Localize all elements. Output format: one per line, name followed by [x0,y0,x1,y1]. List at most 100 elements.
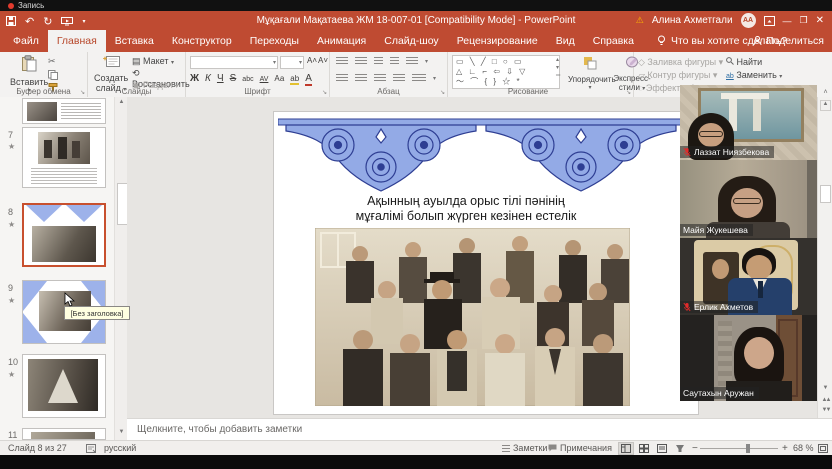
font-color-button[interactable]: А [305,73,312,86]
tab-file[interactable]: Файл [4,30,48,52]
italic-button[interactable]: К [205,73,211,84]
justify-icon[interactable] [393,74,405,83]
thumbnail-slide-8[interactable] [22,203,106,267]
start-presentation-icon[interactable] [61,17,73,26]
comments-toggle[interactable]: Примечания [548,443,612,453]
thumbnail-slide-7[interactable] [22,127,106,188]
font-name-combo[interactable]: ▾ [190,56,278,69]
thumb-scroll-down-icon[interactable]: ▼ [116,429,127,435]
font-dialog-launcher[interactable]: ↘ [322,89,327,96]
columns-caret[interactable]: ▾ [433,75,436,82]
current-slide[interactable]: Ақынның ауылда орыс тілі пәнінің мұғалім… [274,112,698,414]
scroll-down-icon[interactable]: ▼ [820,385,831,391]
notes-placeholder[interactable]: Щелкните, чтобы добавить заметки [137,424,832,435]
tab-help[interactable]: Справка [584,30,643,52]
undo-icon[interactable]: ↶ [25,15,34,28]
qat-customize-icon[interactable]: ▾ [82,18,85,25]
tab-slideshow[interactable]: Слайд-шоу [375,30,447,52]
tab-insert[interactable]: Вставка [106,30,163,52]
zoom-level[interactable]: 68 % [793,443,814,453]
video-participant-4[interactable]: Саутахын Аружан [680,315,817,401]
thumbnail-slide-6[interactable] [22,98,106,124]
slide-sorter-view-button[interactable] [636,442,652,455]
columns-icon[interactable] [412,74,426,83]
zoom-slider-thumb[interactable] [746,444,750,453]
numbering-icon[interactable] [355,57,367,66]
scroll-up-icon[interactable]: ▲ [820,100,831,111]
video-participant-1[interactable]: Лаззат Ниязбекова [680,85,817,160]
slide-title-line-1[interactable]: Ақынның ауылда орыс тілі пәнінің [254,194,678,209]
tab-view[interactable]: Вид [547,30,584,52]
text-shadow-button[interactable]: abc [242,76,253,83]
notes-pane[interactable]: Щелкните, чтобы добавить заметки [127,418,832,441]
find-button[interactable]: Найти [726,57,762,67]
thumbnail-slide-10[interactable] [22,354,106,418]
drawing-dialog-launcher[interactable]: ↘ [626,89,631,96]
shape-outline-button[interactable]: ▱ Контур фигуры ▾ [638,70,717,81]
slide-counter[interactable]: Слайд 8 из 27 [8,443,67,453]
paragraph-dialog-launcher[interactable]: ↘ [440,89,445,96]
copy-icon[interactable] [48,70,58,80]
tab-review[interactable]: Рецензирование [448,30,547,52]
tab-design[interactable]: Конструктор [163,30,241,52]
shrink-font-icon[interactable]: А˅ [318,56,328,65]
scroll-thumb[interactable] [820,185,831,203]
account-name[interactable]: Алина Ахметгали [652,15,733,26]
arrange-button[interactable]: Упорядочить ▾ [568,56,612,91]
normal-view-button[interactable] [618,442,634,455]
thumb-scroll-up-icon[interactable]: ▲ [116,99,127,105]
align-left-icon[interactable] [336,74,348,83]
tab-animations[interactable]: Анимация [308,30,375,52]
underline-button[interactable]: Ч [217,73,224,84]
ribbon-display-options-icon[interactable] [764,16,775,26]
cut-icon[interactable]: ✂ [48,56,58,67]
line-spacing-icon[interactable] [406,57,418,66]
font-size-combo[interactable]: ▾ [280,56,304,69]
align-center-icon[interactable] [355,74,367,83]
language-icon[interactable] [86,444,96,453]
fit-slide-icon[interactable] [818,444,828,453]
language-label[interactable]: русский [104,443,136,453]
zoom-slider-track[interactable] [700,448,778,449]
next-slide-button[interactable]: ▼▼ [820,407,831,413]
text-direction-caret[interactable]: ▾ [425,58,428,65]
shapes-gallery[interactable]: ▭ ╲ ╱ □ ○ ▭ △ ∟ ⌐ ⇦ ⇩ ▽ ～ ⌒ { } ☆ * [452,55,560,89]
avatar[interactable]: АА [741,13,756,28]
thumbnail-slide-11[interactable] [22,428,106,440]
character-spacing-button[interactable]: AV [260,76,269,83]
video-participant-3[interactable]: Ерлик Ахметов [680,238,817,315]
zoom-video-panel[interactable]: Лаззат Ниязбекова Майя Жукешева [680,85,817,401]
align-right-icon[interactable] [374,74,386,83]
tab-home[interactable]: Главная [48,30,106,52]
bold-button[interactable]: Ж [190,73,199,84]
restore-button[interactable]: ❐ [800,15,808,26]
zoom-in-button[interactable]: + [782,443,788,454]
layout-button[interactable]: ▤ Макет ▾ [132,56,174,67]
shape-fill-button[interactable]: ◇ Заливка фигуры ▾ [638,57,723,68]
reading-view-button[interactable] [654,442,670,455]
thumbnail-scrollbar[interactable]: ▲ ▼ [114,97,128,440]
minimize-button[interactable]: — [783,16,792,26]
save-icon[interactable] [6,16,16,26]
collapse-ribbon-icon[interactable]: ˄ [820,89,831,96]
previous-slide-button[interactable]: ▲▲ [820,397,831,403]
decrease-indent-icon[interactable] [374,57,383,66]
shapes-scroll[interactable]: ▴▾═ [556,56,560,80]
replace-button[interactable]: ab Заменить ▾ [726,70,782,80]
video-participant-2[interactable]: Майя Жукешева [680,160,817,238]
notes-toggle[interactable]: Заметки [502,443,547,453]
zoom-out-button[interactable]: − [692,443,698,454]
slideshow-view-button[interactable] [672,442,688,455]
highlight-color-button[interactable]: ab [290,74,299,85]
share-button[interactable]: Поделиться [753,30,824,52]
slide-title-line-2[interactable]: мұғалімі болып жүрген кезінен естелік [254,209,678,224]
close-button[interactable]: ✕ [816,15,824,26]
strikethrough-button[interactable]: S [230,73,237,84]
warning-icon[interactable]: ⚠ [636,15,644,26]
redo-icon[interactable]: ↻ [43,15,52,28]
change-case-button[interactable]: Аа [274,74,284,83]
tab-transitions[interactable]: Переходы [241,30,308,52]
bullets-icon[interactable] [336,57,348,66]
group-photo[interactable] [315,228,630,406]
clipboard-dialog-launcher[interactable]: ↘ [80,89,85,96]
